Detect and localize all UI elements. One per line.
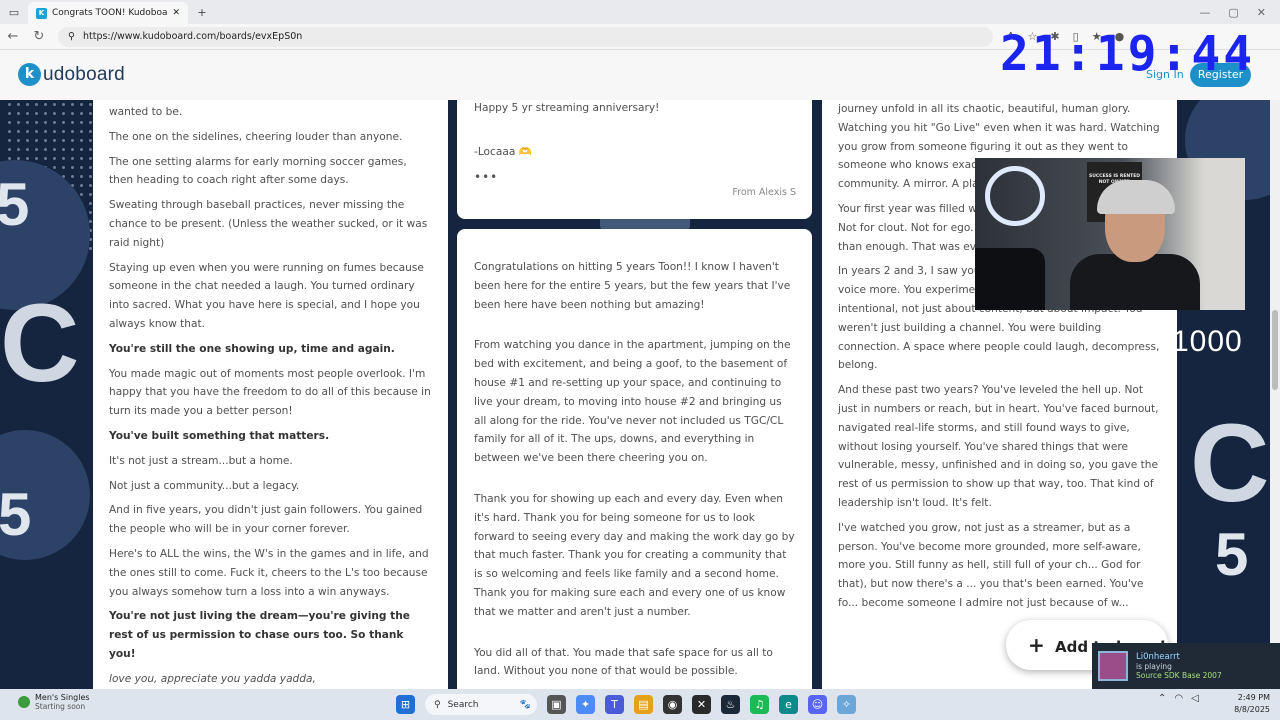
copilot-icon[interactable]: ✦ xyxy=(576,695,595,714)
taskbar-search[interactable]: ⚲ Search 🐾 xyxy=(425,694,537,715)
volume-icon[interactable]: ◁ xyxy=(1191,693,1199,704)
logo-mark: k xyxy=(18,63,41,86)
card-paragraph: And these past two years? You've leveled… xyxy=(838,384,1159,509)
card-more-options-icon[interactable]: ••• xyxy=(474,170,498,184)
card-paragraph: You did all of that. You made that safe … xyxy=(474,646,773,678)
card-message: wanted to be. The one on the sidelines, c… xyxy=(109,103,432,707)
obs-icon[interactable]: ◉ xyxy=(663,695,682,714)
stream-clock-overlay: 21:19:44 xyxy=(1000,26,1256,82)
start-windows-icon[interactable]: ⊞ xyxy=(396,695,415,714)
card-paragraph: I've watched you grow, not just as a str… xyxy=(838,521,1144,609)
card-message-line: Happy 5 yr streaming anniversary! xyxy=(474,102,660,114)
kudo-card-col1: wanted to be. The one on the sidelines, c… xyxy=(93,100,448,704)
friend-game: Source SDK Base 2007 xyxy=(1136,671,1222,680)
system-clock[interactable]: 2:49 PM 8/8/2025 xyxy=(1230,692,1270,716)
wifi-icon[interactable]: ◠ xyxy=(1174,693,1183,704)
page-scrollbar[interactable] xyxy=(1270,100,1280,689)
url-field[interactable]: ⚲ https://www.kudoboard.com/boards/evxEp… xyxy=(58,26,993,47)
card-paragraph: You've built something that matters. xyxy=(109,429,330,442)
card-paragraph: wanted to be. xyxy=(109,106,183,118)
widget-subtitle: Starting soon xyxy=(35,702,86,711)
maximize-icon[interactable]: ▢ xyxy=(1228,6,1238,19)
system-date: 8/8/2025 xyxy=(1234,705,1270,714)
browser-tab-bar: ▭ K Congrats TOON! Kudoboard | Kudoboard… xyxy=(0,0,1280,24)
microphone-icon xyxy=(975,248,1045,310)
bg-number: 5 xyxy=(0,481,32,548)
search-icon: ⚲ xyxy=(434,699,441,710)
minimize-icon[interactable]: — xyxy=(1199,6,1210,19)
refresh-icon[interactable]: ↻ xyxy=(26,29,52,44)
app-icon[interactable]: ✧ xyxy=(837,695,856,714)
kudo-card-col2: Congratulations on hitting 5 years Toon!… xyxy=(457,229,812,689)
card-paragraph: You're not just living the dream—you're … xyxy=(109,610,410,660)
plus-icon: + xyxy=(1028,633,1045,657)
card-paragraph: Not just a community...but a legacy. xyxy=(109,479,300,492)
bg-letter: C xyxy=(0,282,80,405)
search-highlight-icon: 🐾 xyxy=(519,699,531,710)
card-paragraph: And in five years, you didn't just gain … xyxy=(109,504,423,536)
friend-status: is playing xyxy=(1136,662,1172,671)
browser-tab[interactable]: K Congrats TOON! Kudoboard | Kudoboard ✕ xyxy=(28,2,188,24)
card-message-line: -Locaaa 🫶 xyxy=(474,145,532,158)
card-paragraph: It's not just a stream...but a home. xyxy=(109,454,293,467)
card-author: From Alexis S xyxy=(732,187,796,198)
taskbar-center: ⊞ ⚲ Search 🐾 ▣ ✦ T ▤ ◉ ✕ ♨ ♫ e ☺ ✧ xyxy=(396,694,856,715)
card-paragraph: Thank you for showing up each and every … xyxy=(474,492,795,618)
card-paragraph: Staying up even when you were running on… xyxy=(109,261,424,330)
close-window-icon[interactable]: ✕ xyxy=(1257,6,1266,19)
window-controls: — ▢ ✕ xyxy=(1199,6,1280,19)
new-tab-icon[interactable]: + xyxy=(188,0,216,24)
ring-light-icon xyxy=(985,166,1045,226)
tray-chevron-icon[interactable]: ⌃ xyxy=(1158,693,1166,704)
site-info-icon[interactable]: ⚲ xyxy=(68,31,75,42)
friend-name: Li0nhearrt xyxy=(1136,652,1180,662)
edge-browser-icon[interactable]: e xyxy=(779,695,798,714)
tab-actions-icon[interactable]: ▭ xyxy=(0,0,28,24)
widget-title: Men's Singles xyxy=(35,693,90,702)
card-paragraph: You're still the one showing up, time an… xyxy=(109,342,395,355)
kudoboard-logo[interactable]: k udoboard xyxy=(18,63,125,86)
task-view-icon[interactable]: ▣ xyxy=(547,695,566,714)
widgets-button[interactable]: Men's Singles Starting soon xyxy=(18,693,90,711)
card-paragraph: The one setting alarms for early morning… xyxy=(109,155,407,187)
streamer-body xyxy=(1070,254,1200,310)
url-text: https://www.kudoboard.com/boards/evxEpS0… xyxy=(82,31,303,42)
bg-number: 5 xyxy=(1215,521,1249,588)
spotify-icon[interactable]: ♫ xyxy=(750,695,769,714)
system-time: 2:49 PM xyxy=(1237,693,1270,702)
terminal-icon[interactable]: ✕ xyxy=(692,695,711,714)
stream-counter-overlay: 1000 xyxy=(1172,325,1243,358)
card-paragraph: The one on the sidelines, cheering loude… xyxy=(109,130,403,143)
file-explorer-icon[interactable]: ▤ xyxy=(634,695,653,714)
friend-avatar xyxy=(1098,651,1128,681)
kudoboard-favicon-icon: K xyxy=(36,7,47,19)
card-paragraph: From watching you dance in the apartment… xyxy=(474,339,791,465)
back-icon[interactable]: ← xyxy=(0,29,26,44)
card-paragraph: Here's to ALL the wins, the W's in the g… xyxy=(109,547,429,598)
webcam-overlay: SUCCESS IS RENTED NOT OWNED xyxy=(975,158,1245,310)
steam-icon[interactable]: ♨ xyxy=(721,695,740,714)
system-tray: ⌃ ◠ ◁ xyxy=(1158,693,1199,704)
windows-taskbar: Men's Singles Starting soon ⊞ ⚲ Search 🐾… xyxy=(0,689,1280,720)
card-paragraph: You made magic out of moments most peopl… xyxy=(109,367,431,418)
bg-letter: C xyxy=(1190,402,1270,525)
card-paragraph: Sweating through baseball practices, nev… xyxy=(109,199,428,249)
kudo-card-alexis: Happy 5 yr streaming anniversary! -Locaa… xyxy=(457,100,812,219)
teams-icon[interactable]: T xyxy=(605,695,624,714)
bg-number: 5 xyxy=(0,171,30,238)
card-paragraph: Congratulations on hitting 5 years Toon!… xyxy=(474,261,791,311)
tab-close-icon[interactable]: ✕ xyxy=(172,8,180,18)
tennis-icon xyxy=(18,696,30,708)
logo-text: udoboard xyxy=(43,63,125,85)
search-placeholder: Search xyxy=(447,699,479,710)
scrollbar-thumb[interactable] xyxy=(1272,310,1278,390)
streamer-cap xyxy=(1097,180,1175,214)
discord-icon[interactable]: ☺ xyxy=(808,695,827,714)
notification-text: Li0nhearrt is playing Source SDK Base 20… xyxy=(1136,652,1222,680)
browser-tab-title: Congrats TOON! Kudoboard | Kudoboard xyxy=(52,8,168,18)
steam-notification[interactable]: Li0nhearrt is playing Source SDK Base 20… xyxy=(1092,643,1280,689)
